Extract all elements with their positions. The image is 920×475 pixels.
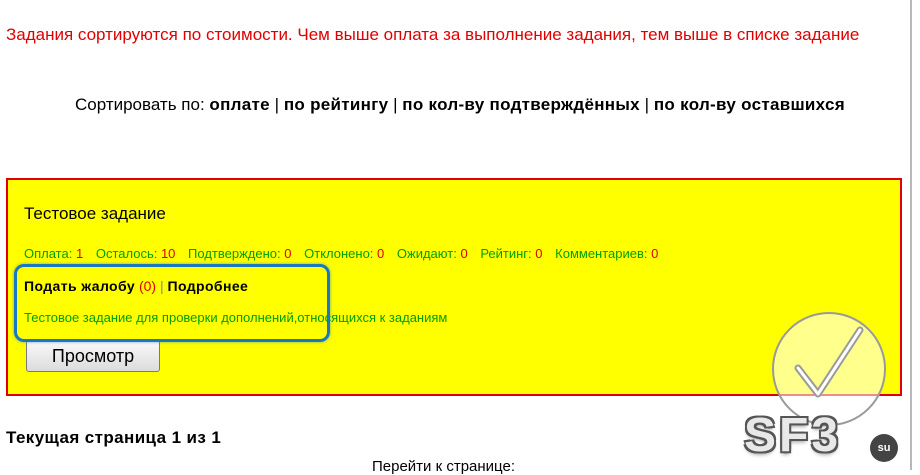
sort-separator: | (393, 95, 398, 114)
stat-comments-value: 0 (651, 246, 659, 261)
stat-rejected-label: Отклонено: (304, 246, 374, 261)
sort-separator: | (274, 95, 280, 114)
view-button[interactable]: Просмотр (26, 340, 160, 372)
stat-rating-value: 0 (535, 246, 543, 261)
stat-confirmed-label: Подтверждено: (188, 246, 281, 261)
stat-payment-label: Оплата: (24, 246, 73, 261)
stat-rejected-value: 0 (377, 246, 385, 261)
task-title: Тестовое задание (24, 204, 166, 223)
sort-by-confirmed-link[interactable]: по кол-ву подтверждённых (402, 95, 640, 114)
stat-payment-value: 1 (75, 246, 84, 261)
sort-notice: Задания сортируются по стоимости. Чем вы… (6, 25, 860, 44)
current-page-info: Текущая страница 1 из 1 (6, 428, 222, 447)
stat-confirmed-value: 0 (284, 246, 292, 261)
watermark-text: SF3 (744, 409, 842, 462)
stat-pending-value: 0 (460, 246, 468, 261)
site-watermark: SF3 su (742, 312, 916, 462)
stat-rating-label: Рейтинг: (480, 246, 532, 261)
sort-separator: | (644, 95, 650, 114)
goto-page-label: Перейти к странице: (372, 458, 515, 475)
task-stats: Оплата: 1 Осталось: 10 Подтверждено: 0 О… (24, 246, 667, 261)
sort-label: Сортировать по: (75, 95, 205, 114)
sort-by-remaining-link[interactable]: по кол-ву оставшихся (654, 95, 845, 114)
highlight-annotation (14, 264, 330, 342)
stat-remaining-label: Осталось: (95, 246, 158, 261)
sort-by-payment-link[interactable]: оплате (209, 95, 270, 114)
stat-pending-label: Ожидают: (396, 246, 457, 261)
watermark-badge: su (870, 434, 898, 462)
sort-bar: Сортировать по: оплате | по рейтингу | п… (20, 92, 900, 118)
stat-remaining-value: 10 (160, 246, 176, 261)
sort-by-rating-link[interactable]: по рейтингу (284, 95, 389, 114)
checkmark-icon (794, 326, 864, 398)
stat-comments-label: Комментариев: (555, 246, 648, 261)
